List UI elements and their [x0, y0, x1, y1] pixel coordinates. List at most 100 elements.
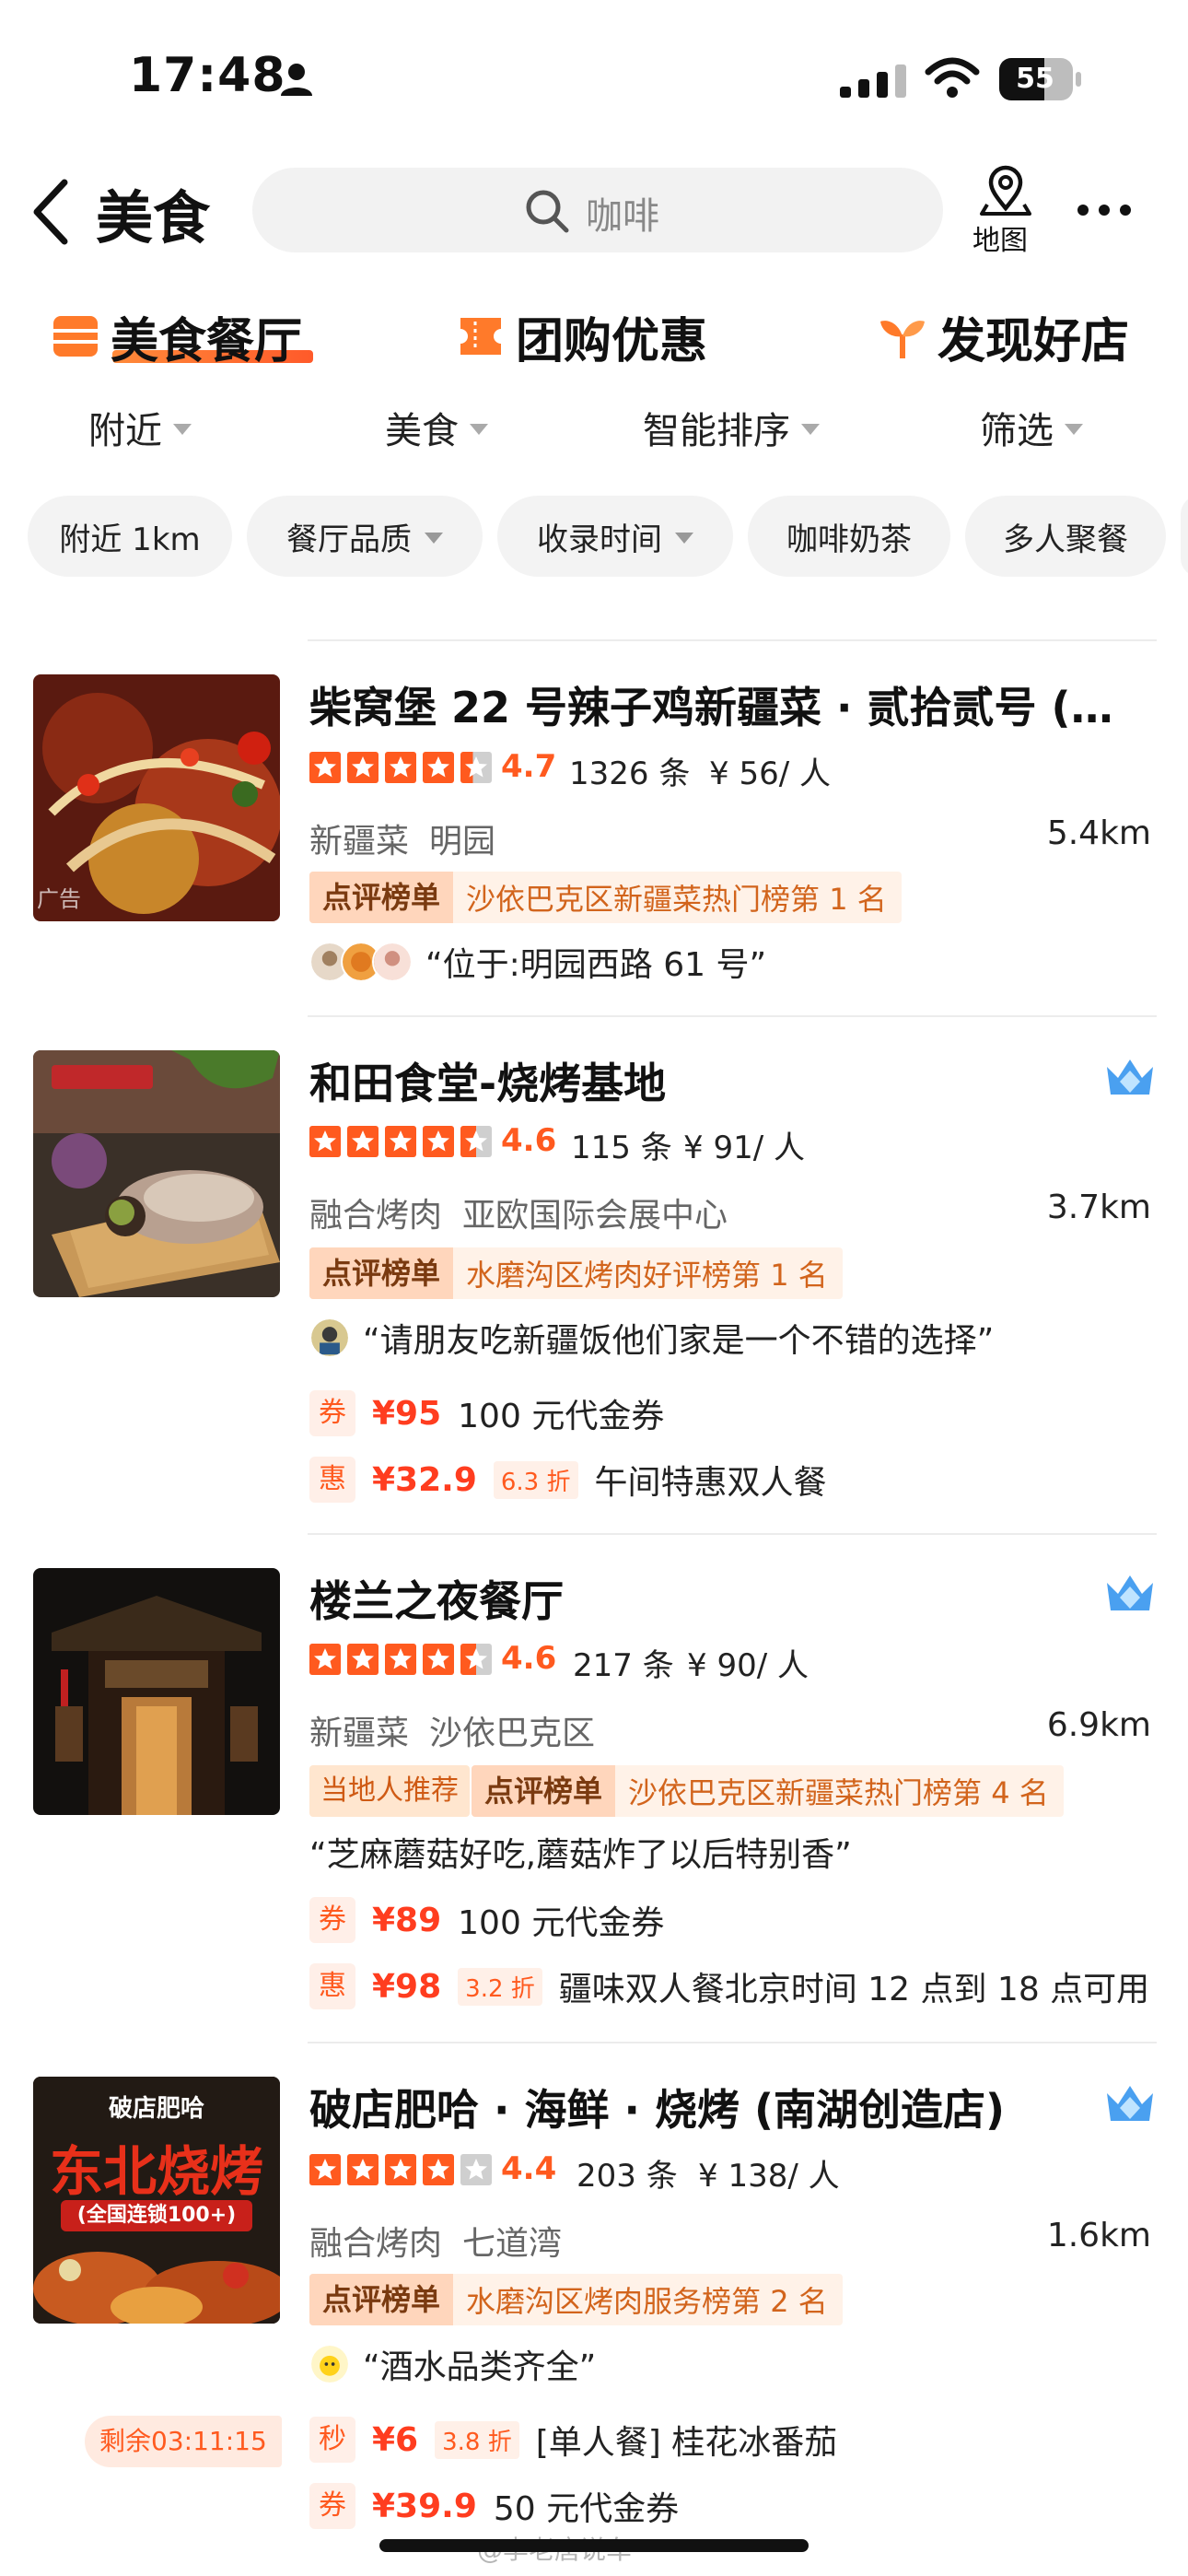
avatar — [309, 2344, 350, 2384]
filter-screen[interactable]: 筛选 — [980, 402, 1083, 453]
restaurant-name[interactable]: 破店肥哈 · 海鲜 · 烧烤 (南湖创造店) — [309, 2077, 1005, 2137]
chip-listed-time[interactable]: 收录时间 — [497, 496, 733, 577]
rank-badge[interactable]: 点评榜单 水磨沟区烤肉服务榜第 2 名 — [309, 2274, 843, 2325]
rating-stars — [309, 1126, 492, 1157]
deal-row[interactable]: 秒 ¥6 3.8 折 [单人餐] 桂花冰番茄 — [309, 2416, 837, 2464]
chip-restaurant-quality[interactable]: 餐厅品质 — [247, 496, 483, 577]
tab-food-restaurants[interactable]: 美食餐厅 — [52, 304, 302, 369]
restaurant-thumbnail[interactable]: 破店肥哈 东北烧烤 (全国连锁100+) — [33, 2077, 280, 2324]
caret-down-icon — [801, 424, 820, 435]
deal-price: ¥6 — [372, 2420, 419, 2459]
search-icon — [526, 190, 569, 233]
deal-row[interactable]: 惠 ¥32.9 6.3 折 午间特惠双人餐 — [309, 1456, 827, 1504]
restaurant-name[interactable]: 楼兰之夜餐厅 — [309, 1568, 564, 1629]
person-icon — [281, 64, 312, 96]
distance: 3.7km — [1046, 1188, 1151, 1226]
deal-discount: 3.2 折 — [458, 1967, 542, 2006]
avg-price: ¥ 91/ 人 — [683, 1130, 805, 1166]
review-quote: “位于:明园西路 61 号” — [425, 946, 767, 984]
more-icon[interactable] — [1076, 201, 1133, 219]
thumbnail-title: 东北烧烤 — [49, 2140, 263, 2203]
rank-tag: 点评榜单 — [309, 872, 454, 923]
rank-text: 沙依巴克区新疆菜热门榜第 1 名 — [466, 882, 887, 917]
voucher-icon: 券 — [309, 1897, 355, 1943]
tab-discover-shops[interactable]: 发现好店 — [879, 304, 1129, 369]
restaurant-icon — [53, 316, 98, 357]
deal-text: 疆味双人餐北京时间 12 点到 18 点可用 — [558, 1971, 1150, 2008]
deal-price: ¥89 — [372, 1901, 442, 1939]
list-divider — [308, 639, 1157, 641]
avg-price: ¥ 138/ 人 — [698, 2158, 840, 2195]
avg-price: ¥ 90/ 人 — [687, 1647, 809, 1684]
rank-tag: 点评榜单 — [309, 2274, 454, 2325]
area: 七道湾 — [462, 2225, 563, 2263]
distance: 6.9km — [1046, 1706, 1151, 1744]
cellular-signal-icon — [840, 64, 906, 98]
rank-badge[interactable]: 点评榜单 沙依巴克区新疆菜热门榜第 4 名 — [472, 1765, 1064, 1817]
review-quote-line: “请朋友吃新疆饭他们家是一个不错的选择” — [309, 1314, 994, 1362]
restaurant-name[interactable]: 和田食堂-烧烤基地 — [309, 1050, 666, 1111]
rank-text: 沙依巴克区新疆菜热门榜第 4 名 — [628, 1775, 1049, 1810]
review-count: 115 条 — [571, 1130, 672, 1166]
rank-badge[interactable]: 点评榜单 沙依巴克区新疆菜热门榜第 1 名 — [309, 872, 902, 923]
rank-badge[interactable]: 点评榜单 水磨沟区烤肉好评榜第 1 名 — [309, 1247, 843, 1299]
chip-label: 餐厅品质 — [286, 521, 412, 558]
discount-icon: 惠 — [309, 1457, 355, 1503]
rank-tag: 点评榜单 — [472, 1765, 616, 1817]
rating-score: 4.6 — [501, 1122, 557, 1159]
chip-coffee-tea[interactable]: 咖啡奶茶 — [748, 496, 950, 577]
rating-score: 4.7 — [501, 748, 557, 785]
chip-group-dining[interactable]: 多人聚餐 — [965, 496, 1166, 577]
tab-label: 团购优惠 — [516, 313, 708, 369]
review-count: 1326 条 — [569, 755, 691, 792]
restaurant-meta: 融合烤肉 亚欧国际会展中心 — [309, 1188, 728, 1236]
chip-label: 附近 1km — [59, 521, 201, 558]
area: 沙依巴克区 — [429, 1715, 596, 1752]
deal-row[interactable]: 惠 ¥98 3.2 折 疆味双人餐北京时间 12 点到 18 点可用 — [309, 1962, 1149, 2010]
restaurant-name[interactable]: 柴窝堡 22 号辣子鸡新疆菜 · 贰拾贰号 (… — [309, 674, 1113, 735]
deal-text: 100 元代金券 — [458, 1904, 665, 1942]
battery-level: 55 — [1016, 63, 1054, 95]
tab-group-deals[interactable]: 团购优惠 — [457, 304, 707, 369]
tab-label: 美食餐厅 — [111, 313, 303, 369]
restaurant-meta: 融合烤肉 七道湾 — [309, 2217, 562, 2265]
area: 明园 — [429, 823, 496, 861]
deal-price: ¥39.9 — [372, 2487, 477, 2525]
sprout-icon — [880, 321, 925, 358]
caret-down-icon — [1065, 424, 1083, 435]
filter-label: 筛选 — [980, 410, 1054, 452]
ticket-icon — [460, 318, 501, 355]
filter-cuisine[interactable]: 美食 — [385, 402, 488, 453]
home-indicator[interactable] — [379, 2539, 809, 2552]
deal-text: 午间特惠双人餐 — [594, 1464, 827, 1502]
cuisine: 新疆菜 — [309, 1715, 410, 1752]
review-count: 203 条 — [577, 2158, 678, 2195]
chip-nearby-1km[interactable]: 附近 1km — [28, 496, 232, 577]
cuisine: 新疆菜 — [309, 823, 410, 861]
filter-sort[interactable]: 智能排序 — [643, 402, 820, 453]
status-bar: 17:48 55 — [0, 0, 1188, 157]
map-pin-icon[interactable] — [978, 162, 1033, 217]
review-quote: “请朋友吃新疆饭他们家是一个不错的选择” — [363, 1322, 995, 1360]
deal-price: ¥98 — [372, 1967, 442, 2006]
review-quote-line: “芝麻蘑菇好吃,蘑菇炸了以后特别香” — [309, 1828, 852, 1876]
restaurant-thumbnail[interactable] — [33, 1568, 280, 1815]
list-divider — [308, 2042, 1157, 2043]
deal-text: 100 元代金券 — [458, 1398, 665, 1435]
rating-score: 4.4 — [501, 2150, 557, 2187]
review-quote-line: “位于:明园西路 61 号” — [309, 938, 766, 986]
map-label[interactable]: 地图 — [973, 217, 1028, 258]
back-icon[interactable] — [28, 175, 74, 249]
flash-sale-icon: 秒 — [309, 2417, 355, 2463]
restaurant-thumbnail[interactable] — [33, 1050, 280, 1297]
chip-overflow[interactable] — [1181, 496, 1188, 577]
rating-stars — [309, 752, 492, 783]
filter-nearby[interactable]: 附近 — [88, 402, 192, 453]
review-count: 217 条 — [573, 1647, 674, 1684]
diamond-crown-icon — [1107, 1575, 1153, 1610]
deal-row[interactable]: 券 ¥89 100 元代金券 — [309, 1896, 664, 1944]
deal-row[interactable]: 券 ¥95 100 元代金券 — [309, 1389, 664, 1437]
discount-icon: 惠 — [309, 1963, 355, 2009]
deal-row[interactable]: 券 ¥39.9 50 元代金券 — [309, 2482, 679, 2530]
chip-label: 收录时间 — [537, 521, 662, 558]
